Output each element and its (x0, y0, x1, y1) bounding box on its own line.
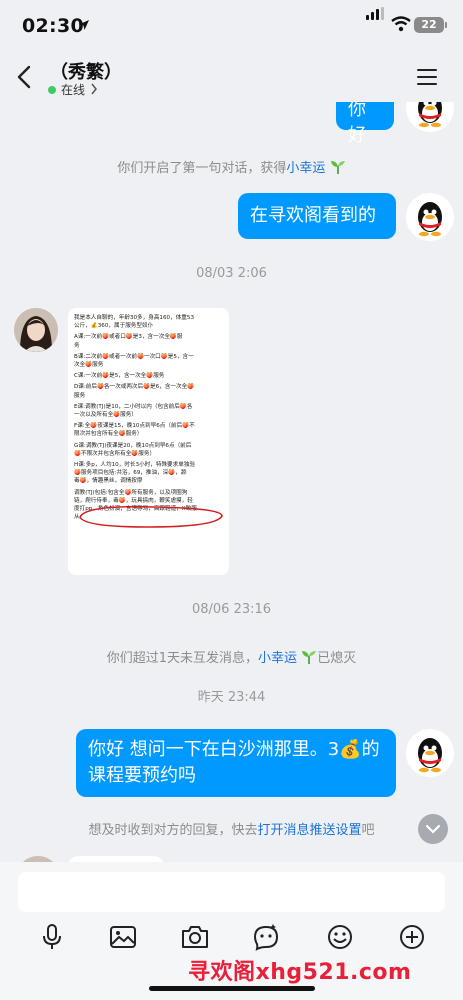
self-avatar[interactable] (406, 729, 454, 777)
status-time: 02:30 (22, 15, 84, 37)
chevron-down-icon (425, 824, 441, 834)
image-text-line: 限次并包含所有全🍑服务） (74, 431, 143, 438)
battery-icon: 22 (414, 17, 444, 33)
qq-penguin-icon (418, 738, 442, 773)
self-avatar[interactable] (406, 193, 454, 241)
self-avatar[interactable] (406, 102, 454, 132)
message-bubble-outgoing[interactable]: 你好 想问一下在白沙洲那里。3💰的课程要预约吗 (76, 729, 396, 797)
image-text-line: A课:一次前🍑或者口🍑是3，含一次全🍑服 (74, 334, 183, 341)
image-text-line: 次全🍑服务 (74, 362, 104, 369)
wifi-icon (391, 16, 411, 32)
menu-icon[interactable] (417, 69, 439, 87)
composer-toolbar (0, 922, 463, 954)
notification-notice: 想及时收到对方的回复，快去打开消息推送设置吧 (0, 819, 463, 838)
message-text: 你好 想问一下在白沙洲那里。3💰的课程要预约吗 (88, 739, 380, 786)
lucky-link[interactable]: 小幸运 (258, 651, 297, 666)
online-status-text[interactable]: 在线 (61, 81, 85, 98)
message-input[interactable] (18, 872, 445, 912)
system-text: 已熄灭 (317, 651, 357, 666)
sticker-icon[interactable] (251, 922, 281, 952)
image-text-line: 一次以及所有全🍑服务） (74, 412, 137, 419)
notice-text: 吧 (361, 823, 375, 838)
red-circle-annotation (79, 505, 223, 528)
message-bubble-outgoing[interactable]: 在寻欢阁看到的 (238, 193, 396, 239)
image-text-line: B课:二次前🍑或者一次前🍑一次口🍑是5，含一 (74, 353, 194, 360)
contact-photo (14, 308, 58, 352)
image-text-line: 🍑不限次并包含所有全🍑服务） (74, 450, 156, 457)
online-status-dot (48, 86, 56, 94)
sprout-icon (330, 161, 345, 174)
system-message: 你们开启了第一句对话，获得小幸运 (0, 157, 463, 176)
chat-header: （秀繁） 在线 (0, 54, 463, 102)
message-bubble-outgoing[interactable]: 你好 (336, 102, 394, 146)
image-text-line: C课:一次前🍑是5，含一次全🍑服务 (74, 373, 165, 380)
image-text-line: 调教(TJ)包括:包含全🍑所有服务，以及项圈狗 (74, 489, 188, 496)
back-chevron-icon[interactable] (14, 64, 36, 90)
status-bar: 02:30 22 (0, 0, 463, 54)
system-text: 你们超过1天未互发消息， (106, 651, 259, 666)
message-text: 在寻欢阁看到的 (250, 205, 376, 226)
system-message: 你们超过1天未互发消息，小幸运 已熄灭 (0, 647, 463, 666)
image-text-line: F课:全🍑夜课是15，晚10点到早6点（前后🍑不 (74, 423, 195, 430)
image-icon[interactable] (108, 922, 138, 952)
image-text-line: E课:调教(TJ)是10，二小时以内（包含前后🍑各 (74, 403, 193, 410)
watermark: 寻欢阁xhg521.com (188, 960, 412, 985)
message-text: 你好 (348, 102, 366, 146)
lucky-link[interactable]: 小幸运 (286, 161, 325, 176)
image-text-line: D课:前后🍑各一次或两次后🍑是6，含一次全🍑 (74, 384, 195, 391)
contact-avatar[interactable] (14, 308, 58, 352)
notice-text: 想及时收到对方的回复，快去 (88, 823, 258, 838)
qq-penguin-icon (418, 202, 442, 237)
timestamp: 昨天 23:44 (197, 690, 266, 705)
location-arrow-icon (79, 20, 89, 30)
image-text-line: 我是本人自聊的，年龄30多，身高160，体重53 (74, 315, 195, 321)
scroll-to-bottom-button[interactable] (418, 814, 448, 844)
image-text-line: 务 (74, 342, 80, 349)
image-text-line: 公斤，💰360，属于服务型奴仆 (74, 323, 154, 330)
qq-penguin-icon (418, 102, 442, 128)
composer: 寻欢阁xhg521.com (0, 862, 463, 1000)
timestamp: 08/06 23:16 (191, 602, 272, 617)
microphone-icon[interactable] (37, 922, 67, 952)
image-text-line: 毒🍑，情趣黑丝，调情按摩 (74, 478, 143, 485)
plus-icon[interactable] (397, 922, 427, 952)
emoji-icon[interactable] (325, 922, 355, 952)
home-indicator[interactable] (149, 986, 315, 991)
battery-cap (445, 22, 447, 28)
sprout-icon (302, 651, 317, 664)
system-text: 你们开启了第一句对话，获得 (117, 161, 287, 176)
image-text-line: 🍑服务项目包括:共浴，69，推油，深🍑，舔 (74, 470, 187, 477)
timestamp: 08/03 2:06 (196, 266, 267, 281)
push-settings-link[interactable]: 打开消息推送设置 (257, 823, 361, 838)
chat-messages[interactable]: 你好 你们开启了第一句对话，获得小幸运 在寻欢阁看到的 08/03 2:06 我… (0, 102, 463, 862)
image-text-line: G课:调教(TJ)夜课是20，晚10点到早6点（前后 (74, 442, 192, 449)
image-message[interactable]: 我是本人自聊的，年龄30多，身高160，体重53 公斤，💰360，属于服务型奴仆… (68, 308, 229, 575)
chevron-right-icon[interactable] (90, 83, 98, 95)
camera-icon[interactable] (180, 922, 210, 952)
image-text-line: H课:多p，人均10，时长3小时，特殊要求单独验 (74, 462, 196, 469)
image-text-line: 服务 (74, 392, 86, 399)
